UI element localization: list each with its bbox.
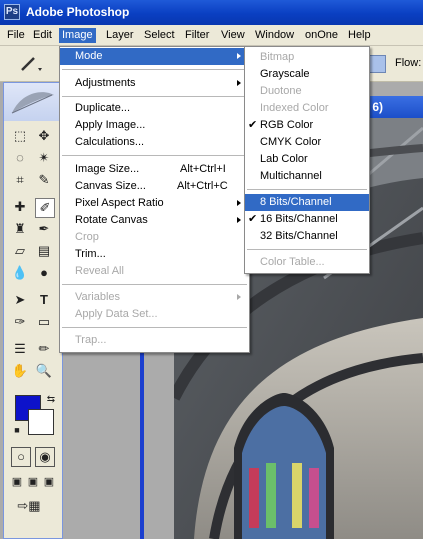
brush-preset-icon[interactable] xyxy=(16,54,42,74)
mode-rgb-color[interactable]: ✔ RGB Color xyxy=(245,117,369,134)
toolbox-header xyxy=(4,83,62,121)
slice-tool-icon[interactable]: ✎ xyxy=(35,171,53,189)
image-menu-adjustments[interactable]: Adjustments xyxy=(60,75,249,92)
mode-submenu: Bitmap Grayscale Duotone Indexed Color ✔… xyxy=(244,46,370,274)
eraser-tool-icon[interactable]: ▱ xyxy=(11,242,29,260)
brush-tool-icon[interactable]: ✐ xyxy=(35,198,55,218)
menu-help[interactable]: Help xyxy=(345,28,374,43)
image-menu-trap[interactable]: Trap... xyxy=(60,332,249,349)
title-bar: Ps Adobe Photoshop xyxy=(0,0,423,25)
magic-wand-icon[interactable]: ✴ xyxy=(35,149,53,167)
menu-separator xyxy=(62,96,247,97)
flow-label: Flow: xyxy=(395,57,422,69)
checkmark-icon: ✔ xyxy=(248,213,258,225)
crop-tool-icon[interactable]: ⌗ xyxy=(11,171,29,189)
pen-tool-icon[interactable]: ✑ xyxy=(11,313,29,331)
menu-filter[interactable]: Filter xyxy=(182,28,212,43)
mode-lab-color[interactable]: Lab Color xyxy=(245,151,369,168)
menu-separator xyxy=(62,155,247,156)
type-tool-icon[interactable]: T xyxy=(35,291,53,309)
lasso-tool-icon[interactable]: ◌ xyxy=(11,149,29,167)
swap-colors-icon[interactable]: ⇆ xyxy=(42,391,60,409)
quick-mask-icon[interactable]: ◉ xyxy=(35,447,55,467)
default-colors-icon[interactable]: ■ xyxy=(8,421,26,439)
image-menu-rotate-canvas[interactable]: Rotate Canvas xyxy=(60,212,249,229)
blur-tool-icon[interactable]: 💧 xyxy=(11,264,29,282)
image-menu-reveal-all[interactable]: Reveal All xyxy=(60,263,249,280)
menu-bar: File Edit Image Layer Select Filter View… xyxy=(0,25,423,46)
menu-onone[interactable]: onOne xyxy=(302,28,341,43)
mode-cmyk-color[interactable]: CMYK Color xyxy=(245,134,369,151)
feather-logo-icon xyxy=(11,92,54,114)
gradient-tool-icon[interactable]: ▤ xyxy=(35,242,53,260)
mode-indexed-color[interactable]: Indexed Color xyxy=(245,100,369,117)
path-selection-icon[interactable]: ➤ xyxy=(11,291,29,309)
menu-separator xyxy=(62,69,247,70)
marquee-tool-icon[interactable]: ⬚ xyxy=(11,127,29,145)
menu-separator xyxy=(62,327,247,328)
photoshop-logo-icon: Ps xyxy=(4,4,20,20)
image-menu: Mode Adjustments Duplicate... Apply Imag… xyxy=(59,46,250,353)
menu-separator xyxy=(62,284,247,285)
image-menu-trim[interactable]: Trim... xyxy=(60,246,249,263)
menu-separator xyxy=(247,249,367,250)
menu-edit[interactable]: Edit xyxy=(30,28,55,43)
standard-mode-icon[interactable]: ○ xyxy=(11,447,31,467)
menu-view[interactable]: View xyxy=(218,28,248,43)
screen-mode-full-icon[interactable]: ▣ xyxy=(40,473,58,491)
image-menu-apply-image[interactable]: Apply Image... xyxy=(60,117,249,134)
image-menu-canvas-size[interactable]: Canvas Size... Alt+Ctrl+C xyxy=(60,178,249,195)
image-menu-pixel-aspect-ratio[interactable]: Pixel Aspect Ratio xyxy=(60,195,249,212)
menu-layer[interactable]: Layer xyxy=(103,28,137,43)
move-tool-icon[interactable]: ✥ xyxy=(35,127,53,145)
jump-to-imageready-icon[interactable]: ⇨▦ xyxy=(11,497,47,515)
app-title: Adobe Photoshop xyxy=(26,5,130,19)
image-menu-mode[interactable]: Mode xyxy=(60,48,249,65)
image-menu-image-size[interactable]: Image Size... Alt+Ctrl+I xyxy=(60,161,249,178)
notes-tool-icon[interactable]: ☰ xyxy=(11,340,29,358)
image-menu-variables[interactable]: Variables xyxy=(60,289,249,306)
menu-separator xyxy=(247,189,367,190)
menu-image[interactable]: Image xyxy=(59,28,96,43)
airbrush-toggle[interactable] xyxy=(368,55,386,73)
mode-8-bits[interactable]: 8 Bits/Channel xyxy=(245,194,369,211)
mode-grayscale[interactable]: Grayscale xyxy=(245,66,369,83)
menu-select[interactable]: Select xyxy=(141,28,178,43)
menu-window[interactable]: Window xyxy=(252,28,297,43)
image-menu-calculations[interactable]: Calculations... xyxy=(60,134,249,151)
history-brush-icon[interactable]: ✒ xyxy=(35,220,53,238)
mode-32-bits[interactable]: 32 Bits/Channel xyxy=(245,228,369,245)
menu-file[interactable]: File xyxy=(4,28,28,43)
checkmark-icon: ✔ xyxy=(248,119,258,131)
clone-stamp-icon[interactable]: ♜ xyxy=(11,220,29,238)
dodge-tool-icon[interactable]: ● xyxy=(35,264,53,282)
mode-bitmap[interactable]: Bitmap xyxy=(245,49,369,66)
mode-16-bits[interactable]: ✔ 16 Bits/Channel xyxy=(245,211,369,228)
mode-color-table[interactable]: Color Table... xyxy=(245,254,369,271)
image-menu-apply-data-set[interactable]: Apply Data Set... xyxy=(60,306,249,323)
mode-duotone[interactable]: Duotone xyxy=(245,83,369,100)
mode-multichannel[interactable]: Multichannel xyxy=(245,168,369,185)
eyedropper-tool-icon[interactable]: ✏ xyxy=(35,340,53,358)
image-menu-duplicate[interactable]: Duplicate... xyxy=(60,100,249,117)
toolbox: ⬚ ✥ ◌ ✴ ⌗ ✎ ✚ ✐ ♜ ✒ ▱ ▤ 💧 ● ➤ T ✑ ▭ ☰ ✏ … xyxy=(3,82,63,539)
healing-brush-icon[interactable]: ✚ xyxy=(11,198,29,216)
hand-tool-icon[interactable]: ✋ xyxy=(11,362,29,380)
background-color-swatch[interactable] xyxy=(28,409,54,435)
shape-tool-icon[interactable]: ▭ xyxy=(35,313,53,331)
zoom-tool-icon[interactable]: 🔍 xyxy=(35,362,53,380)
image-menu-crop[interactable]: Crop xyxy=(60,229,249,246)
